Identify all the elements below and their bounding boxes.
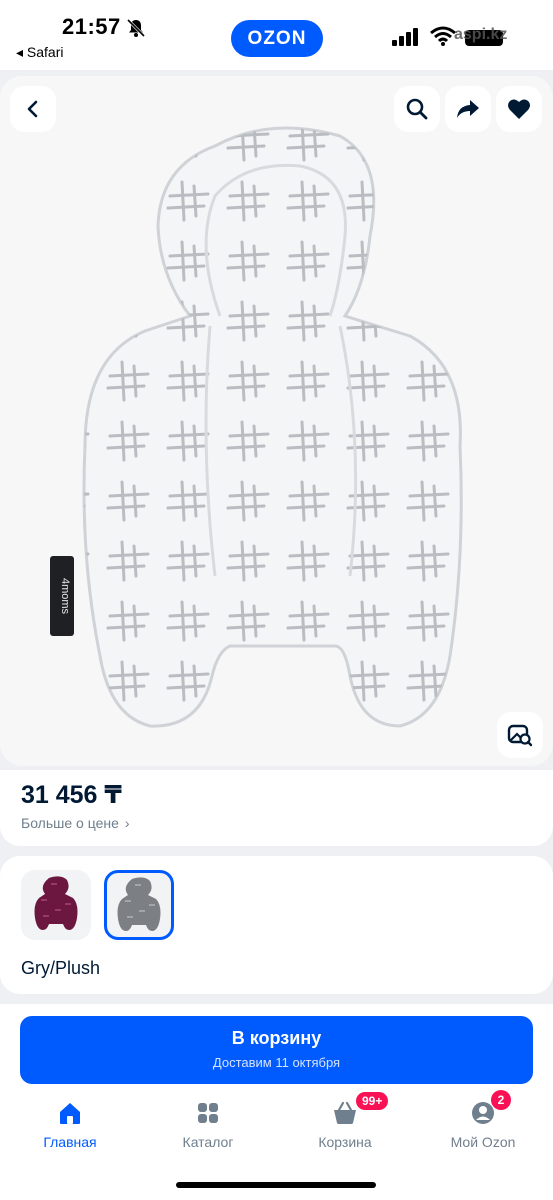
tab-home[interactable]: Главная: [15, 1100, 125, 1150]
home-indicator: [176, 1182, 376, 1188]
variant-option-gray-plush[interactable]: [104, 870, 174, 940]
back-button[interactable]: [10, 86, 56, 132]
visual-search-button[interactable]: [497, 712, 543, 758]
tab-profile-label: Мой Ozon: [450, 1134, 516, 1150]
tab-cart[interactable]: 99+ Корзина: [290, 1092, 400, 1150]
svg-text:4moms: 4moms: [59, 578, 71, 615]
search-icon: [406, 98, 428, 120]
variant-thumbnail-purple: [34, 876, 78, 930]
tab-home-label: Главная: [43, 1134, 97, 1150]
chevron-right-icon: ›: [124, 815, 130, 831]
tab-catalog-label: Каталог: [182, 1134, 234, 1150]
catalog-icon: [198, 1103, 218, 1123]
favorite-button[interactable]: [496, 86, 542, 132]
chevron-left-icon: [27, 100, 38, 118]
price-details-label: Больше о цене: [21, 815, 119, 831]
heart-icon: [508, 99, 530, 119]
variant-option-purple[interactable]: [21, 870, 91, 940]
status-time: 21:57: [62, 14, 121, 39]
tab-cart-label: Корзина: [318, 1134, 372, 1150]
product-price: 31 456 ₸: [21, 781, 122, 809]
cart-icon: [334, 1101, 356, 1124]
cart-count-badge: 99+: [356, 1092, 389, 1110]
bottom-bar: В корзину Доставим 11 октября Главная Ка…: [0, 1004, 553, 1200]
delivery-date-label: Доставим 11 октября: [212, 1055, 341, 1070]
tab-bar: Главная Каталог 99+ Корзина 2 Мой Ozon: [0, 1090, 553, 1160]
watermark: aspi.kz: [454, 26, 508, 43]
add-to-cart-button[interactable]: В корзину Доставим 11 октября: [20, 1016, 533, 1084]
share-button[interactable]: [445, 86, 491, 132]
variant-selector: Gry/Plush: [0, 856, 553, 994]
profile-notification-badge: 2: [491, 1090, 511, 1110]
bell-off-icon: [126, 18, 146, 38]
selected-variant-name: Gry/Plush: [21, 958, 101, 978]
home-icon: [60, 1103, 80, 1124]
price-details-link[interactable]: Больше о цене ›: [21, 815, 130, 831]
back-to-safari-link[interactable]: ◂ Safari: [16, 44, 64, 61]
image-search-icon: [507, 724, 533, 747]
share-arrow-icon: [457, 100, 479, 118]
add-to-cart-label: В корзину: [231, 1028, 322, 1048]
variant-thumbnail-gray: [117, 877, 161, 931]
search-button[interactable]: [394, 86, 440, 132]
cellular-signal-icon: [392, 28, 418, 46]
status-bar: 21:57 ◂ Safari OZON aspi.kz: [0, 0, 553, 70]
price-section: 31 456 ₸ Больше о цене ›: [0, 770, 553, 846]
product-gallery[interactable]: 4moms: [0, 76, 553, 766]
ozon-logo: OZON: [231, 20, 323, 57]
product-image[interactable]: 4moms: [40, 116, 520, 766]
tab-profile[interactable]: 2 Мой Ozon: [428, 1090, 538, 1150]
wifi-icon: [430, 26, 456, 46]
ozon-logo-text: OZON: [247, 27, 307, 49]
tab-catalog[interactable]: Каталог: [153, 1100, 263, 1150]
